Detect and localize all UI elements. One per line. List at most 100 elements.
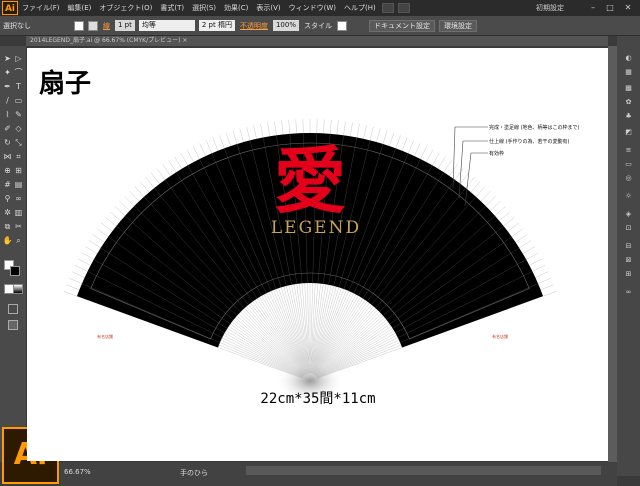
selection-status: 選択なし bbox=[3, 21, 31, 30]
document-settings-button[interactable]: ドキュメント設定 bbox=[368, 19, 435, 32]
gradient-mode-icon[interactable] bbox=[13, 284, 23, 294]
menu-object[interactable]: オブジェクト(O) bbox=[95, 3, 156, 13]
horizontal-scrollbar[interactable] bbox=[246, 466, 601, 475]
brush-field[interactable]: 2 pt 楕円 bbox=[198, 20, 235, 31]
type-icon[interactable]: T bbox=[13, 82, 24, 92]
app-logo: Ai bbox=[2, 1, 18, 15]
shop-label-left: 有名店舗 bbox=[97, 333, 113, 339]
links-icon[interactable]: ∞ bbox=[623, 288, 634, 297]
fan-artwork: 扇子 愛 LEGEND 有名店舗 有名店舗 完成・塗足線 (地色、柄等はこの枠ま… bbox=[39, 68, 580, 407]
menu-window[interactable]: ウィンドウ(W) bbox=[285, 3, 340, 13]
brand-legend: LEGEND bbox=[271, 218, 361, 238]
stroke-color-box[interactable] bbox=[10, 266, 20, 276]
menu-select[interactable]: 選択(S) bbox=[188, 3, 220, 13]
menu-view[interactable]: 表示(V) bbox=[252, 3, 284, 13]
style-label: スタイル bbox=[303, 21, 332, 30]
transform-icon[interactable]: ⊠ bbox=[623, 256, 634, 265]
opacity-field[interactable]: 100% bbox=[272, 20, 299, 31]
zoom-icon[interactable]: ⌕ bbox=[13, 236, 24, 246]
minimize-button[interactable]: – bbox=[586, 2, 600, 13]
transparency-icon[interactable]: ◎ bbox=[623, 174, 634, 183]
vertical-scrollbar[interactable] bbox=[608, 46, 617, 462]
pathfinder-icon[interactable]: ⊞ bbox=[623, 270, 634, 279]
align-icon[interactable]: ⊟ bbox=[623, 242, 634, 251]
line-icon[interactable]: / bbox=[2, 96, 13, 106]
shape-builder-icon[interactable]: ⊕ bbox=[2, 166, 13, 176]
color-panel-icon[interactable]: ◐ bbox=[623, 54, 634, 63]
legend-line-3: 有効枠 bbox=[489, 150, 504, 157]
workspace-switcher[interactable]: 初期設定 bbox=[536, 3, 564, 13]
preferences-button[interactable]: 環境設定 bbox=[438, 19, 477, 32]
status-bar: 66.67% 手のひら bbox=[60, 462, 617, 486]
symbol-sprayer-icon[interactable]: ✲ bbox=[2, 208, 13, 218]
width-icon[interactable]: ⋈ bbox=[2, 152, 13, 162]
legend-line-1: 完成・塗足線 (地色、柄等はこの枠まで) bbox=[489, 124, 580, 131]
eyedropper-icon[interactable]: ⚲ bbox=[2, 194, 13, 204]
gradient-icon[interactable]: ▤ bbox=[13, 180, 24, 190]
panel-dock: ◐ ▦ ▩ ✿ ♣ ◩ ≡ ▭ ◎ ☼ ◈ ⊡ ⊟ ⊠ ⊞ ∞ bbox=[617, 36, 640, 476]
document-tab[interactable]: 2014LEGEND_扇子.ai @ 66.67% (CMYK/プレビュー) × bbox=[30, 36, 187, 46]
artwork-title: 扇子 bbox=[39, 68, 91, 99]
stroke-weight-field[interactable]: 1 pt bbox=[115, 20, 135, 31]
stroke-swatch[interactable] bbox=[88, 20, 98, 31]
zoom-level[interactable]: 66.67% bbox=[64, 468, 91, 476]
menu-effect[interactable]: 効果(C) bbox=[220, 3, 252, 13]
slice-icon[interactable]: ✂ bbox=[13, 222, 24, 232]
toolbox: ➤ ▷ ✦ ⌒ ✒ T / ▭ ⌇ ✎ ✐ ◇ ↻ ⤡ ⋈ ⌗ ⊕ ⊞ # ▤ … bbox=[0, 46, 26, 462]
blend-icon[interactable]: ∞ bbox=[13, 194, 24, 204]
maximize-button[interactable]: □ bbox=[603, 2, 617, 13]
artboard-canvas[interactable]: 扇子 愛 LEGEND 有名店舗 有名店舗 完成・塗足線 (地色、柄等はこの枠ま… bbox=[27, 48, 608, 461]
fan-spec: 22cm*35間*11cm bbox=[260, 391, 375, 407]
current-tool-status[interactable]: 手のひら bbox=[180, 468, 208, 478]
gradient-panel-icon[interactable]: ▭ bbox=[623, 160, 634, 169]
graphic-styles-icon[interactable]: ◩ bbox=[623, 128, 634, 137]
hand-icon[interactable]: ✋ bbox=[2, 236, 13, 246]
menu-help[interactable]: ヘルプ(H) bbox=[340, 3, 380, 13]
perspective-icon[interactable]: ⊞ bbox=[13, 166, 24, 176]
menu-type[interactable]: 書式(T) bbox=[156, 3, 188, 13]
stroke-icon[interactable]: ≡ bbox=[623, 146, 634, 155]
graphic-style-swatch[interactable] bbox=[336, 20, 347, 31]
rectangle-icon[interactable]: ▭ bbox=[13, 96, 24, 106]
eraser-icon[interactable]: ◇ bbox=[13, 124, 24, 134]
shop-label-right: 有名店舗 bbox=[492, 333, 508, 339]
legend-line-2: 仕上線 (手作りの為、若干の変動有) bbox=[489, 138, 570, 145]
menu-edit[interactable]: 編集(E) bbox=[64, 3, 96, 13]
control-bar: 選択なし 線 1 pt 均等 2 pt 楕円 不透明度 100% スタイル ドキ… bbox=[0, 16, 640, 36]
leader-line-1b bbox=[452, 126, 456, 189]
rotate-icon[interactable]: ↻ bbox=[2, 138, 13, 148]
kanji-ai: 愛 bbox=[274, 138, 346, 223]
menu-file[interactable]: ファイル(F) bbox=[18, 3, 64, 13]
artboard-icon[interactable]: ⧉ bbox=[2, 222, 13, 232]
lasso-icon[interactable]: ⌒ bbox=[13, 68, 24, 78]
stroke-profile-field[interactable]: 均等 bbox=[138, 20, 195, 31]
paintbrush-icon[interactable]: ⌇ bbox=[2, 110, 13, 120]
direct-select-icon[interactable]: ▷ bbox=[13, 54, 24, 64]
selection-icon[interactable]: ➤ bbox=[2, 54, 13, 64]
color-guide-icon[interactable]: ▦ bbox=[623, 68, 634, 77]
opacity-label[interactable]: 不透明度 bbox=[237, 21, 271, 31]
artboards-icon[interactable]: ⊡ bbox=[623, 224, 634, 233]
bridge-icon[interactable] bbox=[381, 3, 394, 13]
stroke-label[interactable]: 線 bbox=[100, 21, 113, 31]
pencil-icon[interactable]: ✎ bbox=[13, 110, 24, 120]
arrange-documents-icon[interactable] bbox=[397, 3, 410, 13]
swatches-icon[interactable]: ▩ bbox=[623, 84, 634, 93]
document-tab-bar: 2014LEGEND_扇子.ai @ 66.67% (CMYK/プレビュー) × bbox=[26, 36, 608, 46]
layers-icon[interactable]: ◈ bbox=[623, 210, 634, 219]
blob-brush-icon[interactable]: ✐ bbox=[2, 124, 13, 134]
graph-icon[interactable]: ▥ bbox=[13, 208, 24, 218]
symbols-icon[interactable]: ♣ bbox=[623, 112, 634, 121]
pen-icon[interactable]: ✒ bbox=[2, 82, 13, 92]
magic-wand-icon[interactable]: ✦ bbox=[2, 68, 13, 78]
close-button[interactable]: ✕ bbox=[621, 2, 635, 13]
draw-mode-icon[interactable] bbox=[8, 304, 18, 314]
mesh-icon[interactable]: # bbox=[2, 180, 13, 190]
menu-bar: Ai ファイル(F) 編集(E) オブジェクト(O) 書式(T) 選択(S) 効… bbox=[0, 0, 640, 16]
fill-swatch[interactable] bbox=[74, 20, 84, 31]
free-transform-icon[interactable]: ⌗ bbox=[13, 152, 24, 162]
scale-icon[interactable]: ⤡ bbox=[13, 138, 24, 148]
screen-mode-icon[interactable] bbox=[8, 320, 18, 330]
brushes-icon[interactable]: ✿ bbox=[623, 98, 634, 107]
appearance-icon[interactable]: ☼ bbox=[623, 192, 634, 201]
